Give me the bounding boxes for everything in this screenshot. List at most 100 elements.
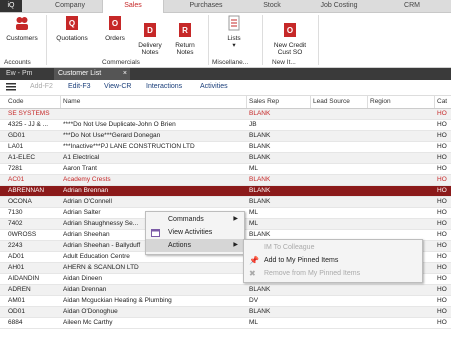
menu-item-remove-from-pinned[interactable]: ✖ Remove from My Pinned Items	[244, 267, 422, 280]
table-row[interactable]: 4325 - JJ & ... ****Do Not Use Duplicate-…	[0, 120, 451, 131]
cell-cat: HO	[437, 308, 447, 315]
table-row[interactable]: 7281 Aaron Trant ML HO	[0, 164, 451, 175]
activities-icon	[151, 229, 160, 237]
menu-item-actions[interactable]: Actions ▶	[146, 239, 244, 252]
quotations-icon: Q	[66, 16, 78, 30]
column-header-cat[interactable]: Cat	[437, 98, 451, 105]
cell-sales-rep: BLANK	[249, 187, 271, 194]
menu-item-label: IM To Colleague	[264, 244, 315, 251]
view-button[interactable]: View-CR	[104, 83, 132, 90]
cell-name: ****Do Not Use Duplicate-John O Brien	[63, 121, 176, 128]
ribbon-separator	[262, 15, 263, 65]
cell-sales-rep: BLANK	[249, 132, 271, 139]
table-row[interactable]: OCONA Adrian O'Connell BLANK HO	[0, 197, 451, 208]
column-divider	[60, 96, 61, 108]
cell-name: ***Do Not Use***Gerard Donegan	[63, 132, 161, 139]
svg-text:D: D	[147, 26, 153, 35]
customers-button[interactable]: Customers	[2, 15, 42, 42]
column-header-name[interactable]: Name	[63, 98, 245, 105]
table-row[interactable]: LA01 ***Inactive***PJ LANE CONSTRUCTION L…	[0, 142, 451, 153]
table-row[interactable]: A1-ELEC A1 Electrical BLANK HO	[0, 153, 451, 164]
menu-item-add-to-pinned[interactable]: 📌 Add to My Pinned Items	[244, 254, 422, 267]
menu-item-view-activities[interactable]: View Activities	[146, 226, 244, 239]
cell-cat: HO	[437, 253, 447, 260]
table-row[interactable]: ADREN Aidan Drennan BLANK HO	[0, 285, 451, 296]
orders-button[interactable]: O Orders	[98, 15, 132, 42]
delivery-notes-icon: D	[144, 23, 156, 37]
orders-icon: O	[109, 16, 121, 30]
return-notes-button[interactable]: R Return Notes	[168, 15, 202, 63]
cell-cat: HO	[437, 286, 447, 293]
delivery-notes-label: Delivery Notes	[138, 42, 162, 56]
table-row[interactable]: 6884 Aileen Mc Carthy ML HO	[0, 318, 451, 329]
tab-company[interactable]: Company	[46, 0, 94, 12]
tab-job-costing[interactable]: Job Costing	[308, 0, 370, 12]
cell-cat: HO	[437, 143, 447, 150]
cell-sales-rep: BLANK	[249, 176, 271, 183]
cell-code: AH01	[8, 264, 25, 271]
column-header-region[interactable]: Region	[370, 98, 432, 105]
svg-text:O: O	[112, 19, 118, 28]
close-icon[interactable]: ×	[123, 68, 127, 80]
cell-code: 7130	[8, 209, 23, 216]
new-credit-cust-so-label: New Credit Cust SO	[273, 42, 307, 56]
new-credit-cust-so-button[interactable]: O New Credit Cust SO	[266, 15, 314, 63]
cell-cat: HO	[437, 154, 447, 161]
table-row[interactable]: ABRENNAN Adrian Brennan BLANK HO	[0, 186, 451, 197]
column-header-sales-rep[interactable]: Sales Rep	[249, 98, 309, 105]
tab-iq[interactable]: iQ	[0, 0, 22, 12]
chevron-down-icon: ▾	[232, 42, 236, 49]
lists-button[interactable]: Lists ▾	[218, 15, 250, 49]
table-row[interactable]: OD01 Aidan O'Donoghue BLANK HO	[0, 307, 451, 318]
doc-tab-first[interactable]: Ew - Pm	[2, 68, 36, 80]
menu-item-im-to-colleague[interactable]: IM To Colleague	[244, 241, 422, 254]
column-header-code[interactable]: Code	[8, 98, 60, 105]
cell-code: AIDANDIN	[8, 275, 40, 282]
cell-code: A1-ELEC	[8, 154, 36, 161]
table-row[interactable]: AC01 Academy Crests BLANK HO	[0, 175, 451, 186]
tab-stock[interactable]: Stock	[250, 0, 294, 12]
cell-code: 4325 - JJ & ...	[8, 121, 49, 128]
edit-button[interactable]: Edit-F3	[68, 83, 91, 90]
svg-text:Q: Q	[69, 19, 75, 28]
cell-code: OCONA	[8, 198, 32, 205]
menu-item-label: Commands	[168, 216, 204, 223]
cell-code: GD01	[8, 132, 25, 139]
table-row[interactable]: SE SYSTEMS BLANK HO	[0, 109, 451, 120]
cell-name: Aileen Mc Carthy	[63, 319, 113, 326]
cell-cat: HO	[437, 110, 447, 117]
cell-name: Aaron Trant	[63, 165, 97, 172]
column-header-lead-source[interactable]: Lead Source	[313, 98, 367, 105]
table-row[interactable]: AM01 Aidan Mcguckian Heating & Plumbing DV…	[0, 296, 451, 307]
menu-item-commands[interactable]: Commands ▶	[146, 213, 244, 226]
cell-cat: HO	[437, 220, 447, 227]
actions-submenu: IM To Colleague 📌 Add to My Pinned Items…	[243, 239, 423, 283]
cell-name: Aidan O'Donoghue	[63, 308, 118, 315]
new-order-icon: O	[284, 23, 296, 37]
orders-label: Orders	[105, 35, 125, 42]
quotations-button[interactable]: Q Quotations	[50, 15, 94, 42]
tab-purchases[interactable]: Purchases	[178, 0, 234, 12]
cell-cat: HO	[437, 297, 447, 304]
customers-label: Customers	[6, 35, 38, 42]
cell-code: OD01	[8, 308, 25, 315]
group-label-new-items: New It...	[272, 59, 296, 66]
interactions-button[interactable]: Interactions	[146, 83, 182, 90]
table-row[interactable]: GD01 ***Do Not Use***Gerard Donegan BLANK H…	[0, 131, 451, 142]
add-button[interactable]: Add-F2	[30, 83, 53, 90]
activities-button[interactable]: Activities	[200, 83, 228, 90]
chevron-right-icon: ▶	[233, 216, 238, 222]
tab-crm[interactable]: CRM	[392, 0, 432, 12]
cell-cat: HO	[437, 275, 447, 282]
ribbon: Customers Q Quotations O Orders D Delive…	[0, 13, 451, 68]
menu-icon[interactable]	[6, 83, 16, 91]
delivery-notes-button[interactable]: D Delivery Notes	[132, 15, 168, 63]
tab-sales[interactable]: Sales	[102, 0, 164, 13]
column-divider	[434, 96, 435, 108]
customers-icon	[16, 17, 28, 30]
cell-cat: HO	[437, 121, 447, 128]
grid-header: Code Name Sales Rep Lead Source Region C…	[0, 96, 451, 109]
doc-tab-customer-list[interactable]: Customer List ×	[54, 68, 130, 80]
svg-text:O: O	[287, 26, 293, 35]
context-menu: Commands ▶ View Activities Actions ▶	[145, 211, 245, 255]
